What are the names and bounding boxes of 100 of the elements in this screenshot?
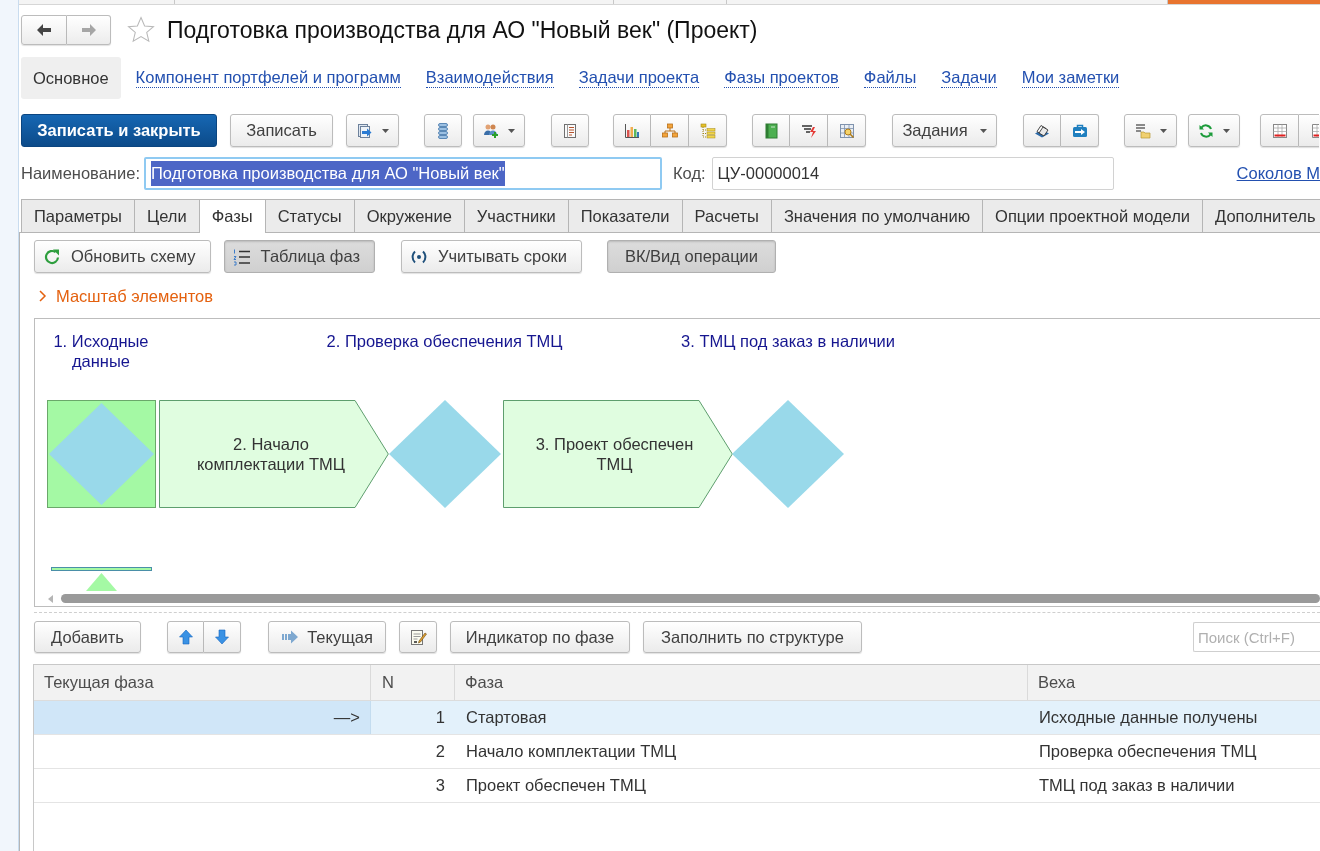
milestone-label: 2. Проверка обеспечения ТМЦ [326,331,563,351]
tab[interactable]: Статусы [264,199,355,233]
up-arrow-icon [177,629,194,645]
current-phase-marker-icon [51,567,152,591]
book-icon [763,122,779,139]
table-button[interactable] [1260,114,1299,147]
tab[interactable]: Фазы [198,199,266,233]
refresh-icon [1198,122,1214,139]
current-button[interactable]: Текущая [268,621,386,653]
bar-chart-icon [624,122,640,139]
column-header[interactable]: Фаза [455,665,1028,700]
users-plus-icon [483,122,499,139]
tab[interactable]: Опции проектной модели [982,199,1204,233]
table-cell-text: Исходные данные получены [1038,707,1259,729]
phase-tool-button[interactable]: Таблица фаз [223,240,375,273]
column-header[interactable]: N [371,665,455,700]
search-field[interactable]: Поиск (Ctrl+F) [1193,622,1320,652]
table-cell-text: Начало комплектации ТМЦ [465,741,678,763]
milestone-label: 1. Исходные данные [52,331,150,371]
tab[interactable]: Цели [133,199,200,233]
section-tab[interactable]: Основное [21,57,121,99]
phase-tool-button[interactable]: Учитывать сроки [401,240,582,273]
section-link[interactable]: Мои заметки [1021,68,1120,88]
caret-icon [979,128,987,133]
users-plus-menu-button[interactable] [473,114,525,147]
table-button[interactable] [1299,114,1319,147]
name-field[interactable]: Подготовка производства для АО "Новый век" [143,157,662,190]
table-cell-text: 1 [434,707,446,729]
move-up-button[interactable] [167,621,204,653]
caret-icon [1223,128,1230,133]
refresh-menu-button[interactable] [1188,114,1240,147]
tab[interactable]: Участники [463,199,569,233]
save-and-close-button[interactable]: Записать и закрыть [21,114,217,147]
document-lines-icon [562,122,578,139]
table-cell-text: Проект обеспечен ТМЦ [465,775,647,797]
phase-label: 3. Проект обеспечен ТМЦ [534,434,695,474]
phase-indicator-button[interactable]: Индикатор по фазе [450,621,630,653]
horizontal-scrollbar-thumb[interactable] [61,594,1320,603]
tasks-menu-button[interactable]: Задания [892,114,997,147]
briefcase-arrow-icon [1071,122,1088,139]
document-lines-button[interactable] [551,114,589,147]
back-button[interactable] [21,15,67,45]
person-link[interactable]: Соколов М [1236,161,1320,186]
back-arrow-icon [36,23,52,37]
stack-button[interactable] [424,114,462,147]
caret-icon [1159,128,1167,133]
grid-search-button[interactable] [828,114,866,147]
scale-group-toggle[interactable]: Масштаб элементов [38,287,213,305]
briefcase-arrow-button[interactable] [1061,114,1099,147]
milestone-label: 3. ТМЦ под заказ в наличии [681,331,895,351]
column-header[interactable]: Веха [1028,665,1320,700]
list-folder-menu-button[interactable] [1124,114,1177,147]
section-link[interactable]: Фазы проектов [724,68,839,88]
document-arrow-menu-button[interactable] [346,114,399,147]
section-link[interactable]: Файлы [863,68,917,88]
hierarchy-icon [661,122,678,139]
book-button[interactable] [752,114,790,147]
table-row[interactable]: —> 1 Стартовая Исходные данные получены [34,701,1320,735]
note-button[interactable] [399,621,437,653]
tab[interactable]: Значения по умолчанию [770,199,984,233]
card-stack-button[interactable] [1023,114,1061,147]
fill-by-structure-button[interactable]: Заполнить по структуре [643,621,862,653]
table-cell-text: ТМЦ под заказ в наличии [1038,775,1236,797]
tab[interactable]: Расчеты [681,199,772,233]
save-button[interactable]: Записать [230,114,333,147]
code-field[interactable]: ЦУ-00000014 [711,157,1114,190]
section-link[interactable]: Задачи [941,68,997,88]
star-icon[interactable] [127,16,155,44]
phase-tool-button[interactable]: ВК/Вид операции [606,240,777,273]
tree-list-icon [699,122,716,139]
column-header[interactable]: Текущая фаза [34,665,371,700]
forward-arrow-icon [80,23,97,37]
tab[interactable]: Показатели [567,199,683,233]
section-link[interactable]: Задачи проекта [578,68,700,88]
table-cell-text: 2 [434,741,446,763]
numbered-list-icon [232,247,251,266]
phase-tool-button[interactable]: Обновить схему [34,240,211,273]
grid-search-icon [838,122,855,139]
refresh-icon [43,247,61,266]
table-icon [1271,122,1288,139]
table-cell-text: 3 [434,775,446,797]
tree-list-button[interactable] [689,114,727,147]
section-link[interactable]: Взаимодействия [425,68,554,88]
lightning-icon [800,122,817,139]
down-arrow-icon [214,629,230,645]
tab[interactable]: Окружение [353,199,465,233]
stack-icon [435,122,451,139]
table-cell: —> [34,701,371,734]
add-button[interactable]: Добавить [34,621,141,653]
section-link[interactable]: Компонент портфелей и программ [135,68,401,88]
note-pencil-icon [409,628,427,646]
code-label: Код: [672,163,706,185]
lightning-button[interactable] [790,114,828,147]
tab[interactable]: Параметры [21,199,135,233]
caret-icon [508,128,515,133]
bar-chart-button[interactable] [613,114,651,147]
move-down-button[interactable] [204,621,241,653]
scroll-left-icon [47,595,53,603]
phase-label: 2. Начало комплектации ТМЦ [195,434,347,474]
tab[interactable]: Дополнитель [1202,199,1320,233]
